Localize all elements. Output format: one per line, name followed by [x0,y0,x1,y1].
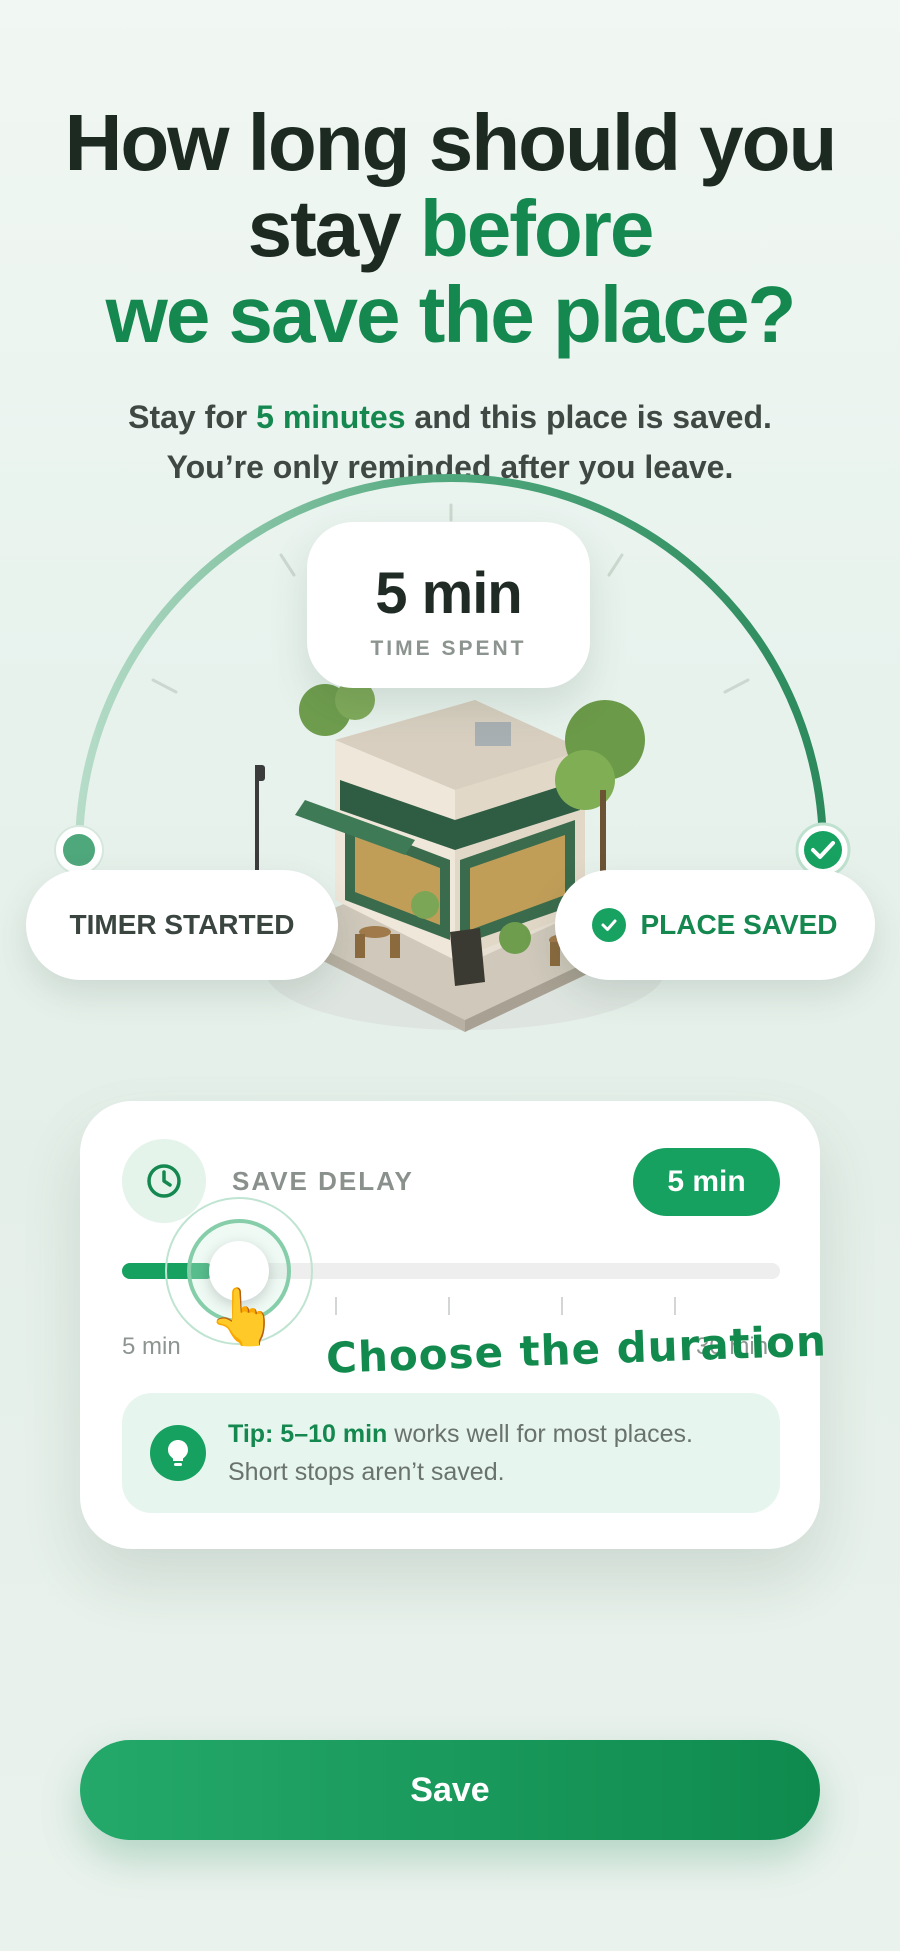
subtitle-accent: 5 minutes [256,399,406,435]
clock-icon [122,1139,206,1223]
time-spent-value: 5 min [375,561,523,626]
slider-tick [674,1297,676,1315]
slider-tick [561,1297,563,1315]
save-delay-value-badge: 5 min [633,1148,780,1216]
tip-rest: works well for most places. [387,1420,693,1448]
title-line-1: How long should you [64,98,838,187]
title-accent: before [419,184,654,273]
subtitle-line-1: Stay for 5 minutes and this place is sav… [0,392,900,442]
lightbulb-icon [150,1425,206,1481]
subtitle-post: and this place is saved. [405,399,772,435]
title-line-3: we save the place? [105,270,797,359]
title-line-2: stay before [0,186,900,272]
cafe-illustration [255,680,665,1032]
slider-tick [448,1297,450,1315]
pointing-hand-icon: 👆 [208,1285,278,1348]
end-node-dot [804,831,842,869]
page-title: How long should you stay before we save … [0,100,900,358]
tip-text: Tip: 5–10 min works well for most places… [228,1415,693,1491]
tip-box: Tip: 5–10 min works well for most places… [122,1393,780,1513]
slider-tick [335,1297,337,1315]
place-saved-pill: PLACE SAVED [555,870,875,980]
start-node-dot [63,834,95,866]
tip-line-1: Tip: 5–10 min works well for most places… [228,1415,693,1453]
time-spent-label: TIME SPENT [370,637,527,660]
timer-started-label: TIMER STARTED [69,909,295,940]
save-delay-card: SAVE DELAY 5 min 5 min 30 min Choose the… [80,1101,828,1549]
subtitle-pre: Stay for [128,399,257,435]
save-button[interactable]: Save [80,1740,820,1840]
tip-bold: Tip: 5–10 min [228,1420,388,1448]
place-saved-label: PLACE SAVED [640,909,838,940]
time-spent-card: 5 min TIME SPENT [307,522,590,688]
save-delay-title: SAVE DELAY [232,1166,414,1196]
check-icon [592,908,627,942]
slider-min-label: 5 min [122,1333,181,1360]
title-plain: stay [247,184,420,273]
timer-started-pill: TIMER STARTED [26,870,338,980]
duration-annotation: Choose the duration [325,1316,828,1383]
tip-line-2: Short stops aren’t saved. [228,1458,505,1486]
